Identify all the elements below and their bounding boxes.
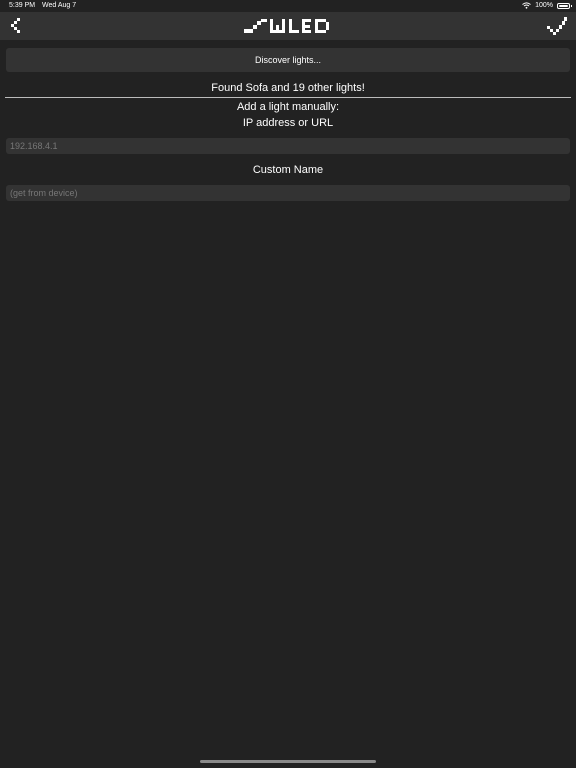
add-light-title: Add a light manually: bbox=[236, 101, 340, 113]
ip-address-input[interactable] bbox=[6, 138, 570, 154]
status-date: Wed Aug 7 bbox=[42, 2, 77, 9]
home-indicator[interactable] bbox=[200, 760, 376, 763]
screen: 5:39 PM Wed Aug 7 100% Discover lights..… bbox=[0, 0, 576, 768]
battery-percent: 100% bbox=[535, 2, 553, 9]
status-bar: 5:39 PM Wed Aug 7 100% bbox=[0, 0, 576, 12]
discover-lights-button[interactable]: Discover lights... bbox=[6, 48, 570, 72]
chevron-left-icon[interactable] bbox=[8, 16, 28, 36]
status-right: 100% bbox=[522, 2, 572, 9]
custom-name-input[interactable] bbox=[6, 185, 570, 201]
custom-name-label: Custom Name bbox=[252, 164, 324, 176]
found-lights-text: Found Sofa and 19 other lights! bbox=[211, 82, 365, 94]
ip-address-label: IP address or URL bbox=[242, 117, 334, 129]
wled-logo bbox=[244, 19, 329, 33]
nav-bar bbox=[0, 12, 576, 40]
battery-icon bbox=[557, 2, 572, 9]
status-time: 5:39 PM bbox=[9, 2, 36, 9]
divider bbox=[5, 97, 571, 98]
wifi-icon bbox=[522, 2, 531, 9]
battery-fill bbox=[559, 4, 568, 7]
checkmark-icon[interactable] bbox=[546, 16, 568, 36]
